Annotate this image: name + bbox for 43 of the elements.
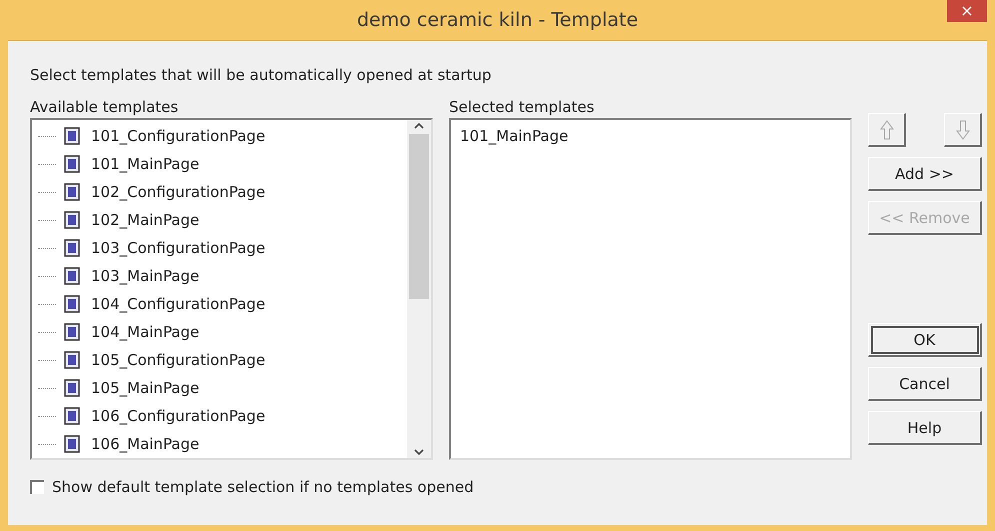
template-item[interactable]: 106_ConfigurationPage	[88, 407, 268, 425]
document-icon	[64, 435, 80, 453]
template-item[interactable]: 102_MainPage	[88, 211, 202, 229]
instruction-text: Select templates that will be automatically opened at startup	[30, 66, 492, 84]
document-icon	[64, 127, 80, 145]
template-item[interactable]: 102_ConfigurationPage	[88, 183, 268, 201]
document-icon	[64, 379, 80, 397]
checkbox[interactable]	[30, 480, 44, 494]
template-item[interactable]: 106_MainPage	[88, 435, 202, 453]
list-label: Selected templates	[449, 98, 596, 116]
down-arrow-icon	[956, 120, 970, 140]
document-icon	[64, 323, 80, 341]
list-action-button[interactable]: Add >>	[868, 157, 982, 191]
document-icon	[64, 407, 80, 425]
scroll-down-icon[interactable]	[413, 448, 425, 456]
dialog-button[interactable]: Help	[868, 411, 982, 445]
document-icon	[64, 155, 80, 173]
document-icon	[64, 295, 80, 313]
window-title: demo ceramic kiln - Template	[356, 9, 638, 31]
template-item[interactable]: 101_MainPage	[88, 155, 202, 173]
list-label: Available templates	[30, 98, 180, 116]
dialog-button[interactable]: Cancel	[868, 367, 982, 401]
scroll-up-icon[interactable]	[413, 122, 425, 130]
close-button[interactable]: ×	[947, 0, 987, 22]
up-arrow-icon	[880, 120, 894, 140]
template-item[interactable]: 104_ConfigurationPage	[88, 295, 268, 313]
document-icon	[64, 239, 80, 257]
template-item[interactable]: 105_ConfigurationPage	[88, 351, 268, 369]
template-item[interactable]: 103_ConfigurationPage	[88, 239, 268, 257]
template-item[interactable]: 105_MainPage	[88, 379, 202, 397]
document-icon	[64, 351, 80, 369]
template-item[interactable]: 101_ConfigurationPage	[88, 127, 268, 145]
checkbox-label[interactable]: Show default template selection if no templates opened	[52, 478, 474, 496]
template-item[interactable]: 103_MainPage	[88, 267, 202, 285]
document-icon	[64, 267, 80, 285]
template-list[interactable]	[30, 118, 433, 460]
template-list[interactable]: 101_MainPage	[449, 118, 852, 460]
document-icon	[64, 211, 80, 229]
template-item[interactable]: 104_MainPage	[88, 323, 202, 341]
document-icon	[64, 183, 80, 201]
scrollbar[interactable]	[407, 120, 431, 458]
template-item[interactable]: 101_MainPage	[457, 127, 572, 145]
dialog-button[interactable]: OK	[868, 323, 982, 357]
